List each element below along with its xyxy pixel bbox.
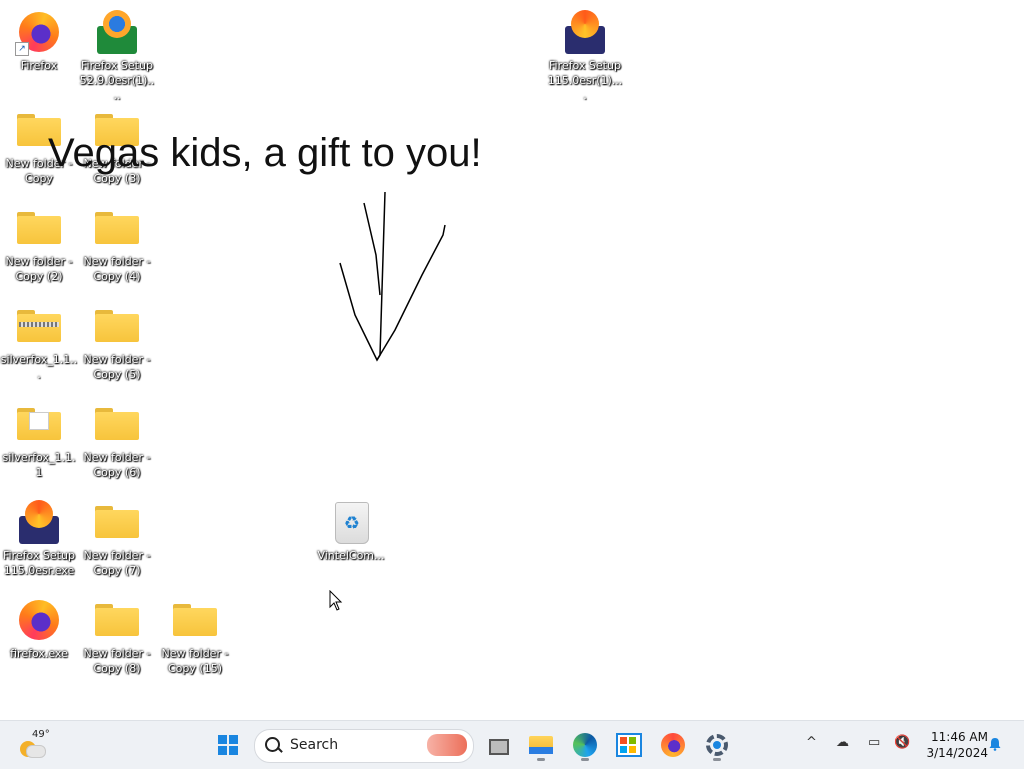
cloud-shape xyxy=(26,745,46,758)
desktop-icon-firefox-setup-115[interactable]: Firefox Setup 115.0esr.exe xyxy=(2,498,76,578)
installer-icon xyxy=(15,498,63,546)
folder-icon xyxy=(93,302,141,350)
icon-label: New folder - Copy (4) xyxy=(83,255,151,283)
icon-label: Firefox xyxy=(20,59,58,72)
running-indicator xyxy=(713,758,721,761)
file-explorer-button[interactable] xyxy=(523,727,559,763)
desktop-icon-firefox-setup-52[interactable]: Firefox Setup 52.9.0esr(1).... xyxy=(80,8,154,103)
weather-temperature: 49° xyxy=(32,729,50,740)
desktop-icon-silverfox-zip[interactable]: silverfox_1.1... xyxy=(0,302,78,382)
desktop[interactable]: ↗ Firefox Firefox Setup 52.9.0esr(1)....… xyxy=(0,0,1024,720)
folder-icon xyxy=(93,204,141,252)
desktop-icon-new-folder-copy-2[interactable]: New folder - Copy (2) xyxy=(2,204,76,284)
desktop-icon-silverfox-folder[interactable]: silverfox_1.1.1 xyxy=(2,400,76,480)
icon-label: New folder - Copy (8) xyxy=(83,647,151,675)
desktop-icon-new-folder-copy-8[interactable]: New folder - Copy (8) xyxy=(80,596,154,676)
desktop-icon-firefox[interactable]: ↗ Firefox xyxy=(2,8,76,73)
search-icon xyxy=(265,737,280,752)
desktop-icon-new-folder-copy-4[interactable]: New folder - Copy (4) xyxy=(80,204,154,284)
icon-label: New folder - Copy (15) xyxy=(161,647,229,675)
running-indicator xyxy=(537,758,545,761)
installer-icon xyxy=(561,8,609,56)
task-view-icon xyxy=(489,739,509,755)
mouse-cursor-icon xyxy=(329,590,343,611)
desktop-icon-firefox-setup-115-1[interactable]: Firefox Setup 115.0esr(1).... xyxy=(548,8,622,103)
folder-icon xyxy=(15,204,63,252)
taskbar: 49° Search ^ ☁ ▭ 🔇 11:46 AM 3/14/2024 xyxy=(0,720,1024,769)
microsoft-store-button[interactable] xyxy=(611,727,647,763)
clock-date: 3/14/2024 xyxy=(926,746,988,760)
network-icon[interactable]: ▭ xyxy=(868,735,880,750)
settings-button[interactable] xyxy=(699,727,735,763)
icon-label: New folder - Copy (2) xyxy=(5,255,73,283)
weather-widget[interactable]: 49° xyxy=(18,729,58,761)
icon-label: New folder - Copy (5) xyxy=(83,353,151,381)
desktop-icon-new-folder-copy-6[interactable]: New folder - Copy (6) xyxy=(80,400,154,480)
icon-label: Firefox Setup 115.0esr.exe xyxy=(3,549,75,577)
edge-button[interactable] xyxy=(567,727,603,763)
firefox-icon: ↗ xyxy=(15,8,63,56)
onedrive-icon[interactable]: ☁ xyxy=(836,735,849,750)
search-placeholder: Search xyxy=(290,737,339,753)
notification-bell-icon[interactable] xyxy=(988,737,1002,751)
gear-icon xyxy=(706,734,728,756)
volume-muted-icon[interactable]: 🔇 xyxy=(894,735,910,750)
icon-label: silverfox_1.1... xyxy=(0,353,78,381)
folder-icon xyxy=(15,400,63,448)
zip-folder-icon xyxy=(15,302,63,350)
icon-label: VintelCom... xyxy=(317,549,385,562)
firefox-icon xyxy=(661,733,685,757)
recycle-bin-icon: ♻ xyxy=(327,498,375,546)
installer-icon xyxy=(93,8,141,56)
desktop-icon-new-folder-copy-7[interactable]: New folder - Copy (7) xyxy=(80,498,154,578)
desktop-icon-new-folder-copy-15[interactable]: New folder - Copy (15) xyxy=(158,596,232,676)
folder-icon xyxy=(93,596,141,644)
desktop-icon-firefox-exe[interactable]: firefox.exe xyxy=(2,596,76,661)
windows-icon xyxy=(218,735,238,755)
firefox-icon xyxy=(15,596,63,644)
icon-label: New folder - Copy (7) xyxy=(83,549,151,577)
folder-icon xyxy=(171,596,219,644)
show-hidden-icons-button[interactable]: ^ xyxy=(806,735,817,750)
clock[interactable]: 11:46 AM 3/14/2024 xyxy=(918,729,988,761)
store-icon xyxy=(616,733,642,757)
desktop-icon-recycle-bin[interactable]: ♻ VintelCom... xyxy=(314,498,388,563)
clock-time: 11:46 AM xyxy=(931,730,988,744)
firefox-taskbar-button[interactable] xyxy=(655,727,691,763)
chevron-up-icon: ^ xyxy=(806,735,817,750)
search-highlight-image xyxy=(427,734,467,756)
edge-icon xyxy=(573,733,597,757)
icon-label: Firefox Setup 52.9.0esr(1).... xyxy=(79,59,155,102)
task-view-button[interactable] xyxy=(480,727,516,763)
wallpaper-doodle xyxy=(339,191,446,362)
folder-icon xyxy=(93,498,141,546)
icon-label: silverfox_1.1.1 xyxy=(2,451,76,479)
running-indicator xyxy=(581,758,589,761)
icon-label: Firefox Setup 115.0esr(1).... xyxy=(547,59,623,102)
folder-icon xyxy=(93,400,141,448)
icon-label: New folder - Copy (6) xyxy=(83,451,151,479)
search-box[interactable]: Search xyxy=(254,729,474,763)
folder-icon xyxy=(529,736,553,754)
wallpaper-headline: Vegas kids, a gift to you! xyxy=(48,131,482,175)
start-button[interactable] xyxy=(210,727,246,763)
icon-label: firefox.exe xyxy=(10,647,68,660)
desktop-icon-new-folder-copy-5[interactable]: New folder - Copy (5) xyxy=(80,302,154,382)
